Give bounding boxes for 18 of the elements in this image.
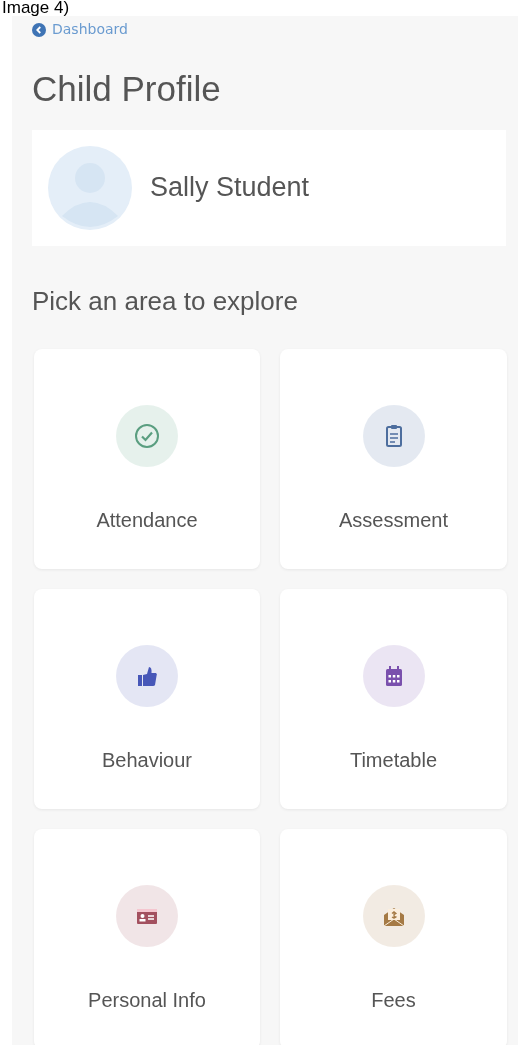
area-card[interactable]: Timetable xyxy=(280,588,507,809)
profile-card[interactable]: Sally Student xyxy=(32,129,506,246)
area-label: Assessment xyxy=(339,507,448,533)
avatar-icon xyxy=(48,145,132,230)
page-title: Child Profile xyxy=(32,67,222,110)
area-card[interactable]: Personal Info xyxy=(34,828,260,1045)
area-card[interactable]: Behaviour xyxy=(34,588,260,809)
area-card[interactable]: Fees xyxy=(280,828,507,1045)
area-label: Behaviour xyxy=(101,747,193,773)
area-label: Timetable xyxy=(349,747,438,773)
section-title: Pick an area to explore xyxy=(32,284,299,318)
area-label: Attendance xyxy=(96,507,198,533)
area-label: Fees xyxy=(371,987,416,1013)
area-label: Personal Info xyxy=(88,987,206,1013)
student-name: Sally Student xyxy=(150,171,310,205)
area-card[interactable]: Assessment xyxy=(280,348,507,569)
area-card[interactable]: Attendance xyxy=(34,348,260,569)
caption-text: Image 4) xyxy=(1,0,71,16)
